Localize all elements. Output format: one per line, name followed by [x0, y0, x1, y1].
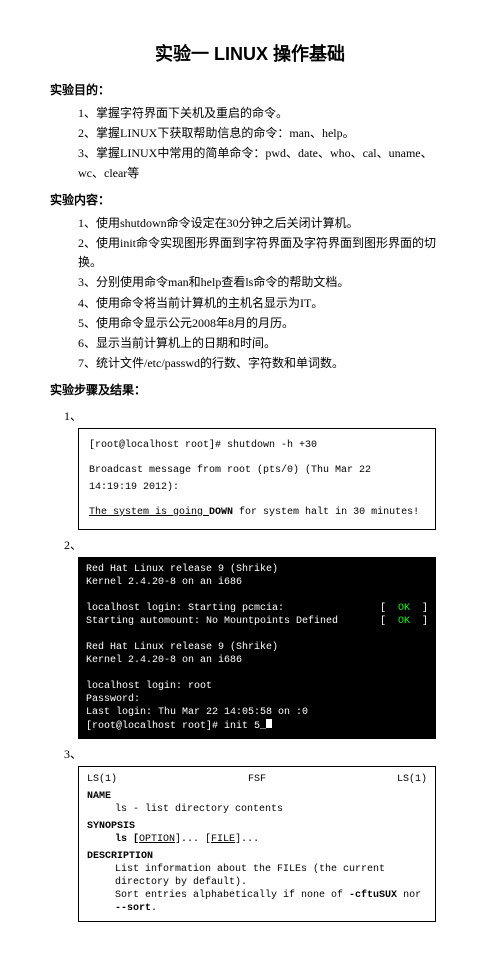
man-text: Sort entries alphabetically if none of -… [87, 889, 427, 915]
term-line: Broadcast message from root (pts/0) (Thu… [89, 462, 425, 496]
terminal-output-2: Red Hat Linux release 9 (Shrike) Kernel … [78, 557, 436, 739]
man-section-name: NAME [87, 790, 427, 803]
list-item: 3、掌握LINUX中常用的简单命令：pwd、date、who、cal、uname… [78, 144, 450, 182]
purpose-heading: 实验目的： [50, 81, 450, 100]
step2-num: 2、 [50, 536, 450, 555]
man-text: ls [OPTION]... [FILE]... [87, 833, 427, 846]
terminal-output-1: [root@localhost root]# shutdown -h +30 B… [78, 428, 436, 530]
list-item: 2、使用init命令实现图形界面到字符界面及字符界面到图形界面的切换。 [78, 234, 450, 272]
list-item: 3、分别使用命令man和help查看ls命令的帮助文档。 [78, 273, 450, 292]
purpose-list: 1、掌握字符界面下关机及重启的命令。 2、掌握LINUX下获取帮助信息的命令：m… [50, 104, 450, 183]
man-page-output: LS(1) FSF LS(1) NAME ls - list directory… [78, 766, 436, 922]
step3-num: 3、 [50, 745, 450, 764]
list-item: 5、使用命令显示公元2008年8月的月历。 [78, 314, 450, 333]
list-item: 2、掌握LINUX下获取帮助信息的命令：man、help。 [78, 124, 450, 143]
page-title: 实验一 LINUX 操作基础 [50, 40, 450, 69]
man-section-description: DESCRIPTION [87, 850, 427, 863]
term-line: [root@localhost root]# shutdown -h +30 [89, 437, 425, 454]
list-item: 6、显示当前计算机上的日期和时间。 [78, 334, 450, 353]
cursor-icon [266, 719, 272, 728]
man-text: ls - list directory contents [87, 803, 427, 816]
steps-heading: 实验步骤及结果： [50, 381, 450, 400]
term-line: The system is going DOWN for system halt… [89, 504, 425, 521]
man-section-synopsis: SYNOPSIS [87, 820, 427, 833]
list-item: 4、使用命令将当前计算机的主机名显示为IT。 [78, 294, 450, 313]
content-list: 1、使用shutdown命令设定在30分钟之后关闭计算机。 2、使用init命令… [50, 214, 450, 374]
list-item: 7、统计文件/etc/passwd的行数、字符数和单词数。 [78, 354, 450, 373]
list-item: 1、使用shutdown命令设定在30分钟之后关闭计算机。 [78, 214, 450, 233]
content-heading: 实验内容： [50, 191, 450, 210]
man-text: List information about the FILEs (the cu… [87, 863, 427, 889]
man-header: LS(1) FSF LS(1) [87, 773, 427, 786]
step1-num: 1、 [50, 407, 450, 426]
list-item: 1、掌握字符界面下关机及重启的命令。 [78, 104, 450, 123]
